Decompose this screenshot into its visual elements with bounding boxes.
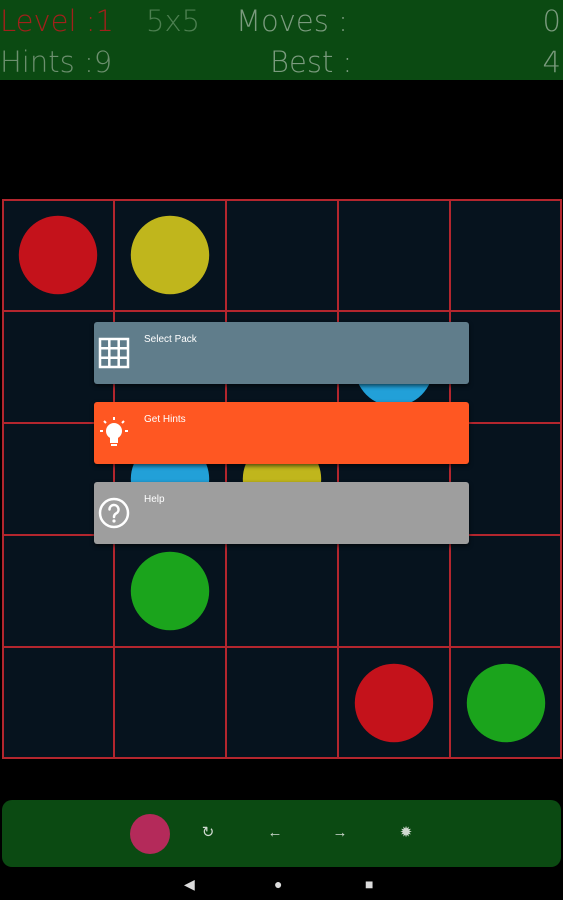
redo-icon[interactable]: → — [328, 823, 352, 843]
get-hints-label: Get Hints — [144, 414, 186, 425]
selected-color-swatch[interactable] — [130, 814, 170, 854]
board-dot-7[interactable] — [466, 663, 546, 743]
board-size-indicator: 5x5 — [146, 4, 201, 38]
select-pack-label: Select Pack — [144, 334, 197, 345]
lightbulb-icon — [100, 417, 128, 446]
back-icon[interactable]: ◀ — [184, 876, 195, 892]
system-nav-bar: ◀ ● ■ — [0, 868, 563, 900]
board-dot-6[interactable] — [354, 663, 434, 743]
help-circle-icon — [98, 497, 130, 529]
moves-label: Moves : — [236, 4, 348, 38]
game-board[interactable] — [2, 199, 562, 759]
board-dot-5[interactable] — [130, 551, 210, 631]
level-indicator: Level :1 — [0, 4, 114, 38]
restart-icon[interactable]: ↻ — [196, 823, 220, 843]
game-header: Level :1 5x5 Moves : 0 Hints :9 Best : 4 — [0, 0, 563, 80]
moves-value: 0 — [542, 4, 561, 38]
help-label: Help — [144, 494, 165, 505]
recents-icon[interactable]: ■ — [365, 876, 373, 892]
best-label: Best : — [270, 45, 353, 79]
undo-icon[interactable]: ← — [263, 823, 287, 843]
board-grid[interactable] — [2, 199, 562, 759]
hints-indicator: Hints :9 — [0, 45, 113, 79]
board-dot-1[interactable] — [130, 215, 210, 295]
home-icon[interactable]: ● — [274, 876, 282, 892]
board-dot-0[interactable] — [18, 215, 98, 295]
controls-bar: ↻ ← → ✹ — [2, 800, 561, 867]
get-hints-button[interactable]: Get Hints — [94, 402, 469, 464]
grid-icon — [98, 337, 130, 369]
help-button[interactable]: Help — [94, 482, 469, 544]
hint-bulb-icon[interactable]: ✹ — [394, 823, 418, 843]
best-value: 4 — [542, 45, 561, 79]
select-pack-button[interactable]: Select Pack — [94, 322, 469, 384]
